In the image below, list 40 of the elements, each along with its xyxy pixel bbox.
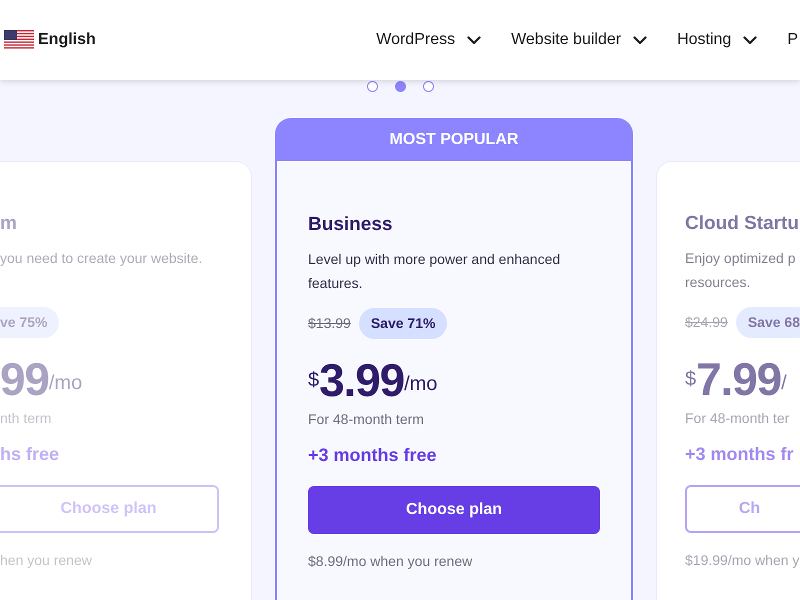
old-price: $24.99 xyxy=(685,313,728,332)
discount-badge: Save 68 xyxy=(736,307,800,338)
plan-title: Business xyxy=(308,213,394,237)
discount-badge: Save 71% xyxy=(358,308,448,339)
discount-badge: ve 75% xyxy=(0,307,60,338)
renew-text: $8.99/mo when you renew xyxy=(308,552,474,571)
plan-description: Enjoy optimized p xyxy=(685,249,797,268)
price-unit: / xyxy=(781,371,787,396)
chevron-down-icon xyxy=(743,36,758,44)
choose-plan-button[interactable]: Choose plan xyxy=(308,486,600,534)
nav-item[interactable]: Website builder xyxy=(511,28,648,52)
plan-title: Cloud Startu xyxy=(685,212,800,236)
chevron-down-icon xyxy=(633,36,648,44)
nav-item[interactable]: Hosting xyxy=(677,28,758,52)
currency-symbol: $ xyxy=(685,367,696,392)
price-amount: 7.99 xyxy=(696,356,782,402)
plan-title: m xyxy=(0,212,18,236)
nav-item[interactable]: P xyxy=(787,28,798,52)
price-unit: /mo xyxy=(404,372,438,397)
term-text: For 48-month term xyxy=(308,410,425,429)
term-text: nth term xyxy=(0,409,52,428)
bonus-text: +3 months fr xyxy=(685,443,795,466)
price-amount: 99 xyxy=(0,356,49,402)
bonus-text: +3 months free xyxy=(308,444,438,467)
most-popular-ribbon: MOST POPULAR xyxy=(275,118,633,161)
old-price: $13.99 xyxy=(308,314,351,333)
nav-item[interactable]: WordPress xyxy=(376,28,482,52)
price-amount: 3.99 xyxy=(319,357,404,403)
plan-description: resources. xyxy=(685,273,752,292)
renew-text: $19.99/mo when y xyxy=(685,551,800,570)
currency-symbol: $ xyxy=(308,368,320,393)
renew-text: hen you renew xyxy=(0,551,93,570)
plan-description: you need to create your website. xyxy=(0,249,204,268)
plan-description: Level up with more power and enhanced features. xyxy=(308,250,562,293)
price-unit: /mo xyxy=(48,371,82,396)
language-selector[interactable]: English xyxy=(38,28,96,52)
term-text: For 48-month ter xyxy=(685,409,790,428)
bonus-text: hs free xyxy=(0,443,60,466)
chevron-down-icon xyxy=(467,36,482,44)
flag-icon xyxy=(4,30,34,50)
